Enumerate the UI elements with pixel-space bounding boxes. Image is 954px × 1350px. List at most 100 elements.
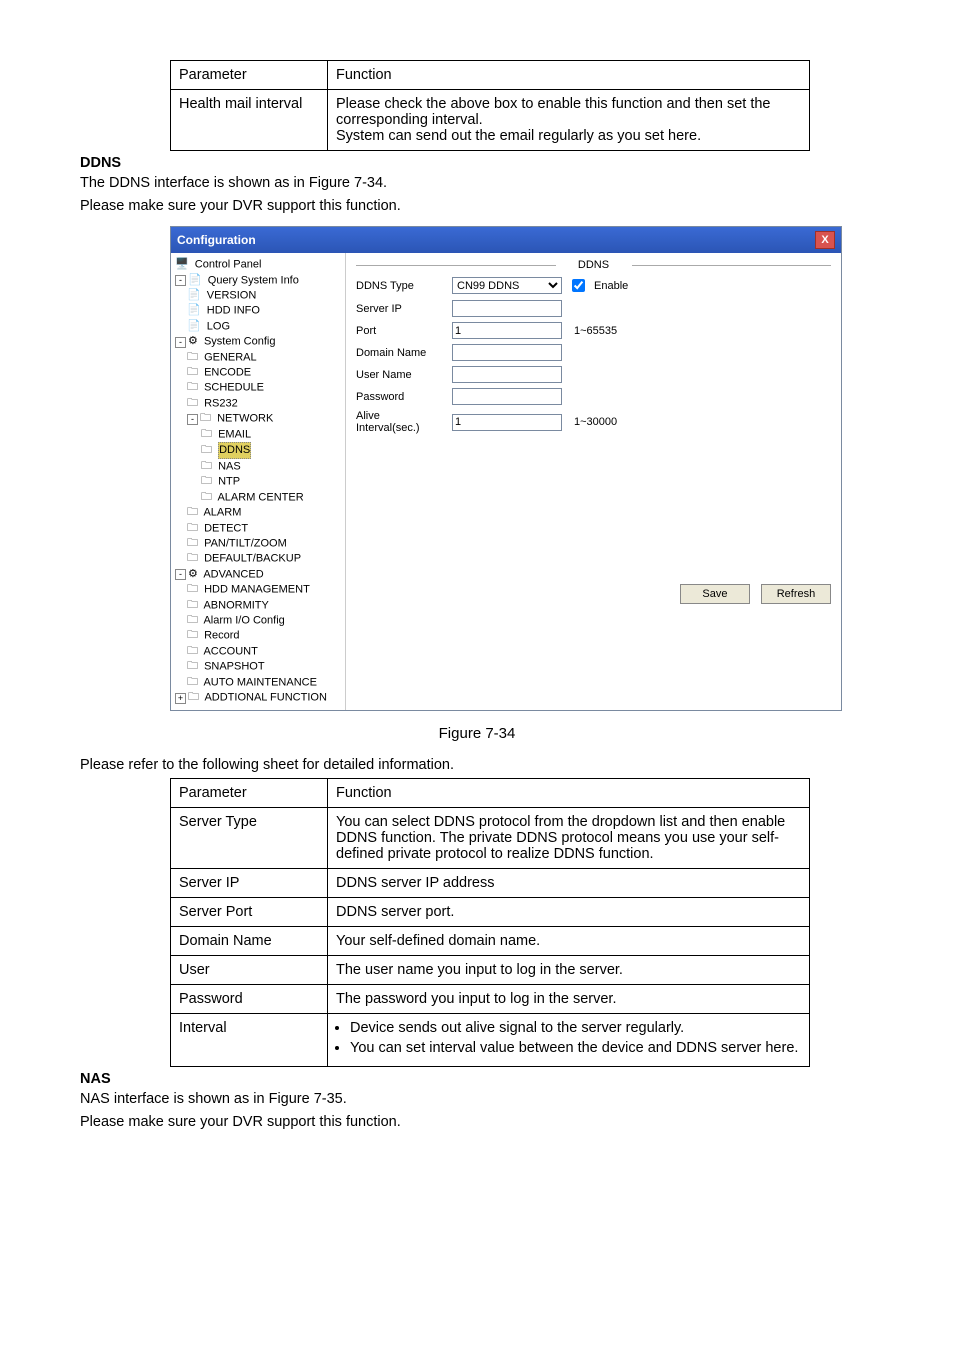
tree-item[interactable]: 🗀 NTP (173, 474, 343, 489)
tree-item-label: Alarm I/O Config (203, 614, 284, 626)
folder-icon: 🗀 (187, 396, 198, 411)
ddns-intro-1: The DDNS interface is shown as in Figure… (80, 174, 874, 194)
tree-item[interactable]: 🗀 ALARM CENTER (173, 490, 343, 505)
tree-item[interactable]: 📄 VERSION (173, 288, 343, 303)
tree-item[interactable]: -⚙ System Config (173, 334, 343, 349)
figure-caption: Figure 7-34 (80, 725, 874, 742)
nas-heading: NAS (80, 1071, 874, 1087)
tree-item[interactable]: 🗀 PAN/TILT/ZOOM (173, 536, 343, 551)
ddns-type-select[interactable]: CN99 DDNS (452, 277, 562, 294)
tree-item[interactable]: 🗀 DDNS (173, 442, 343, 459)
nav-tree[interactable]: 🖥️ Control Panel-📄 Query System Info📄 VE… (171, 253, 346, 709)
tree-item-label: NTP (218, 476, 240, 488)
refresh-button[interactable]: Refresh (761, 584, 831, 604)
col-header-parameter: Parameter (171, 779, 328, 808)
ddns-heading: DDNS (80, 155, 874, 171)
user-input[interactable] (452, 366, 562, 383)
user-label: User Name (356, 369, 446, 381)
folder-icon: 🗀 (187, 521, 198, 536)
folder-icon: 🗀 (187, 582, 198, 597)
tree-item-label: NAS (218, 460, 241, 472)
save-button[interactable]: Save (680, 584, 750, 604)
col-header-function: Function (328, 61, 810, 90)
file-icon: 📄 (187, 319, 201, 334)
tree-item-label: SNAPSHOT (204, 661, 265, 673)
tree-item-label: Record (204, 630, 239, 642)
param-cell: Health mail interval (171, 90, 328, 151)
tree-item-label: EMAIL (218, 428, 251, 440)
func-cell: The user name you input to log in the se… (328, 956, 810, 985)
tree-item[interactable]: 🗀 RS232 (173, 396, 343, 411)
tree-item-label: Control Panel (195, 259, 262, 271)
tree-item[interactable]: 🗀 DETECT (173, 521, 343, 536)
expander-icon[interactable]: - (175, 569, 186, 580)
expander-icon[interactable]: + (175, 693, 186, 704)
func-cell: Your self-defined domain name. (328, 927, 810, 956)
file-icon: 📄 (187, 303, 201, 318)
folder-icon: 🗀 (201, 490, 212, 505)
bullet-item: Device sends out alive signal to the ser… (350, 1020, 801, 1036)
tree-item[interactable]: -📄 Query System Info (173, 273, 343, 288)
pass-label: Password (356, 391, 446, 403)
port-input[interactable] (452, 322, 562, 339)
nas-intro-2: Please make sure your DVR support this f… (80, 1113, 874, 1133)
tree-item[interactable]: 🗀 NAS (173, 459, 343, 474)
col-header-function: Function (328, 779, 810, 808)
tree-item[interactable]: 📄 HDD INFO (173, 303, 343, 318)
pass-input[interactable] (452, 388, 562, 405)
tree-item[interactable]: 🗀 SNAPSHOT (173, 659, 343, 674)
window-title: Configuration (177, 233, 256, 247)
tree-item[interactable]: 🖥️ Control Panel (173, 257, 343, 272)
tree-item-label: ACCOUNT (203, 645, 257, 657)
func-cell: Device sends out alive signal to the ser… (328, 1014, 810, 1067)
tree-item[interactable]: -⚙ ADVANCED (173, 567, 343, 582)
folder-icon: 🗀 (201, 459, 212, 474)
folder-icon: 🗀 (200, 411, 211, 426)
domain-input[interactable] (452, 344, 562, 361)
tree-item[interactable]: 🗀 ABNORMITY (173, 598, 343, 613)
tree-item-label: DDNS (218, 442, 251, 459)
enable-checkbox[interactable] (572, 279, 585, 292)
col-header-parameter: Parameter (171, 61, 328, 90)
tool-icon: ⚙ (188, 334, 198, 349)
tree-item[interactable]: 🗀 Record (173, 628, 343, 643)
param-cell: Domain Name (171, 927, 328, 956)
folder-icon: 🗀 (187, 380, 198, 395)
folder-icon: 🗀 (187, 644, 198, 659)
bullet-item: You can set interval value between the d… (350, 1040, 801, 1056)
tree-item[interactable]: 🗀 HDD MANAGEMENT (173, 582, 343, 597)
tree-item[interactable]: 🗀 GENERAL (173, 350, 343, 365)
expander-icon[interactable]: - (187, 414, 198, 425)
please-refer: Please refer to the following sheet for … (80, 756, 874, 776)
ddns-intro-2: Please make sure your DVR support this f… (80, 197, 874, 217)
server-ip-input[interactable] (452, 300, 562, 317)
close-icon[interactable]: X (815, 231, 835, 249)
tree-item-label: RS232 (204, 397, 238, 409)
tree-item[interactable]: 🗀 ACCOUNT (173, 644, 343, 659)
param-cell: Server IP (171, 869, 328, 898)
func-cell: You can select DDNS protocol from the dr… (328, 808, 810, 869)
domain-label: Domain Name (356, 347, 446, 359)
tree-item[interactable]: 🗀 DEFAULT/BACKUP (173, 551, 343, 566)
alive-input[interactable] (452, 414, 562, 431)
tree-item[interactable]: 🗀 ALARM (173, 505, 343, 520)
tree-item[interactable]: +🗀 ADDTIONAL FUNCTION (173, 690, 343, 705)
tree-item[interactable]: 📄 LOG (173, 319, 343, 334)
param-cell: Interval (171, 1014, 328, 1067)
tree-item-label: ALARM (203, 507, 241, 519)
nas-intro-1: NAS interface is shown as in Figure 7-35… (80, 1090, 874, 1110)
func-cell: The password you input to log in the ser… (328, 985, 810, 1014)
tree-item[interactable]: 🗀 AUTO MAINTENANCE (173, 675, 343, 690)
tree-item[interactable]: 🗀 SCHEDULE (173, 380, 343, 395)
tree-item[interactable]: 🗀 ENCODE (173, 365, 343, 380)
folder-icon: 🗀 (187, 613, 198, 628)
tree-item[interactable]: -🗀 NETWORK (173, 411, 343, 426)
tree-item-label: GENERAL (204, 351, 257, 363)
folder-icon: 🗀 (201, 443, 212, 458)
expander-icon[interactable]: - (175, 275, 186, 286)
expander-icon[interactable]: - (175, 337, 186, 348)
ddns-parameter-table: Parameter Function Server TypeYou can se… (170, 778, 810, 1067)
enable-label: Enable (594, 280, 628, 292)
tree-item[interactable]: 🗀 Alarm I/O Config (173, 613, 343, 628)
tree-item[interactable]: 🗀 EMAIL (173, 427, 343, 442)
